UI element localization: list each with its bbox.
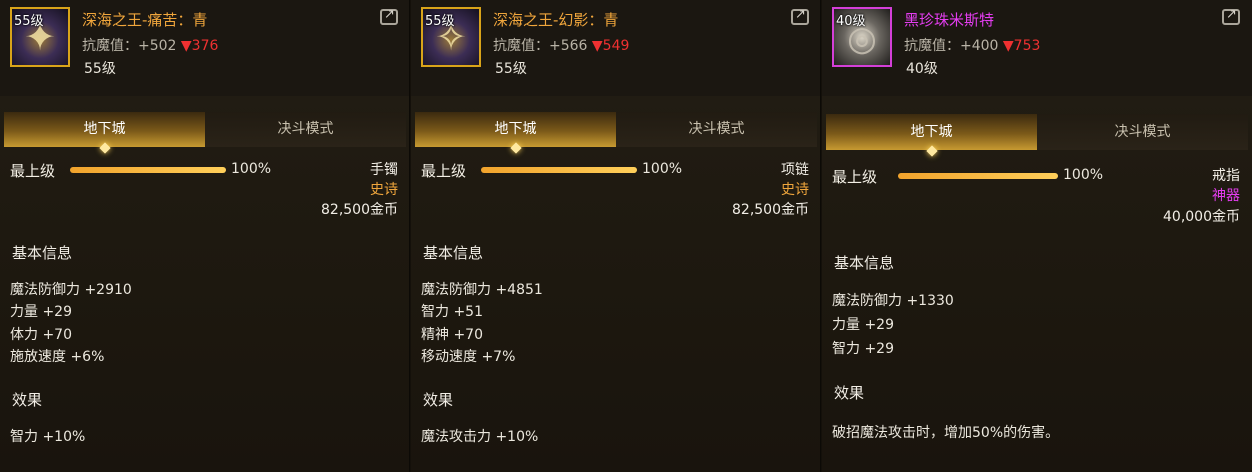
share-icon[interactable] <box>1222 7 1240 25</box>
tab-pvp[interactable]: 决斗模式 <box>616 112 817 147</box>
icon-level-badge: 40级 <box>836 14 866 29</box>
magic-resist: 抗魔值：+566 ▼549 <box>493 35 629 55</box>
mode-tabs: 地下城 决斗模式 <box>4 112 406 147</box>
item-tooltip-panel: ✧ 55级 深海之王-幻影：青 抗魔值：+566 ▼549 55级 地下城 决斗… <box>411 0 821 472</box>
grade-bar-fill <box>481 167 637 173</box>
effect-title: 效果 <box>834 384 865 402</box>
grade-bar <box>70 167 226 173</box>
share-icon[interactable] <box>380 7 398 25</box>
item-name: 深海之王-痛苦：青 <box>82 11 208 29</box>
tab-dungeon[interactable]: 地下城 <box>4 112 205 147</box>
grade-percent: 100% <box>642 161 683 177</box>
grade-label: 最上级 <box>421 162 467 180</box>
mode-tabs: 地下城 决斗模式 <box>826 114 1248 150</box>
resist-label: 抗魔值： <box>904 38 960 54</box>
basic-info-title: 基本信息 <box>423 244 484 262</box>
stat-line: 魔法防御力 +4851 <box>421 282 543 298</box>
tab-pvp[interactable]: 决斗模式 <box>1037 114 1248 150</box>
item-slot: 戒指 <box>1212 168 1240 184</box>
tab-pvp[interactable]: 决斗模式 <box>205 112 406 147</box>
item-header: ✦ 55级 深海之王-痛苦：青 抗魔值：+502 ▼376 55级 <box>0 0 410 96</box>
item-header: ◎ 40级 黑珍珠米斯特 抗魔值：+400 ▼753 40级 <box>822 0 1252 96</box>
item-slot: 手镯 <box>370 162 398 178</box>
item-tooltip-panel: ◎ 40级 黑珍珠米斯特 抗魔值：+400 ▼753 40级 地下城 决斗模式 … <box>822 0 1252 472</box>
icon-level-badge: 55级 <box>14 14 44 29</box>
item-name: 黑珍珠米斯特 <box>904 11 995 29</box>
item-level: 40级 <box>906 61 938 77</box>
item-level: 55级 <box>495 61 527 77</box>
resist-delta: ▼753 <box>1002 38 1041 54</box>
stat-line: 魔法防御力 +1330 <box>832 293 954 309</box>
item-rarity: 史诗 <box>370 182 398 198</box>
item-tooltip-panel: ✦ 55级 深海之王-痛苦：青 抗魔值：+502 ▼376 55级 地下城 决斗… <box>0 0 410 472</box>
panel-divider <box>820 0 821 472</box>
tab-dungeon[interactable]: 地下城 <box>826 114 1037 150</box>
grade-percent: 100% <box>231 161 272 177</box>
gauntlet-icon: ✦ 55级 <box>10 7 70 67</box>
effect-line: 智力 +10% <box>10 429 86 445</box>
stat-line: 精神 +70 <box>421 327 483 343</box>
grade-bar-fill <box>898 173 1058 179</box>
item-price: 82,500金币 <box>732 202 809 218</box>
stat-line: 魔法防御力 +2910 <box>10 282 132 298</box>
panel-divider <box>409 0 410 472</box>
stat-line: 力量 +29 <box>832 317 894 333</box>
grade-bar-fill <box>70 167 226 173</box>
basic-info-title: 基本信息 <box>12 244 73 262</box>
effect-line: 魔法攻击力 +10% <box>421 429 539 445</box>
ring-icon: ◎ 40级 <box>832 7 892 67</box>
stat-line: 力量 +29 <box>10 304 72 320</box>
resist-delta: ▼376 <box>180 38 219 54</box>
tab-dungeon[interactable]: 地下城 <box>415 112 616 147</box>
stat-line: 智力 +29 <box>832 341 894 357</box>
grade-bar <box>481 167 637 173</box>
grade-bar <box>898 173 1058 179</box>
grade-label: 最上级 <box>832 168 878 186</box>
grade-label: 最上级 <box>10 162 56 180</box>
item-rarity: 史诗 <box>781 182 809 198</box>
item-price: 40,000金币 <box>1163 209 1240 225</box>
item-slot: 项链 <box>781 162 809 178</box>
effect-title: 效果 <box>423 391 454 409</box>
magic-resist: 抗魔值：+400 ▼753 <box>904 35 1040 55</box>
stat-line: 智力 +51 <box>421 304 483 320</box>
resist-label: 抗魔值： <box>82 38 138 54</box>
icon-level-badge: 55级 <box>425 14 455 29</box>
necklace-icon: ✧ 55级 <box>421 7 481 67</box>
mode-tabs: 地下城 决斗模式 <box>415 112 817 147</box>
grade-percent: 100% <box>1063 167 1104 183</box>
resist-label: 抗魔值： <box>493 38 549 54</box>
item-price: 82,500金币 <box>321 202 398 218</box>
effect-line: 破招魔法攻击时，增加50%的伤害。 <box>832 425 1060 441</box>
stat-line: 施放速度 +6% <box>10 349 105 365</box>
stat-line: 移动速度 +7% <box>421 349 516 365</box>
item-header: ✧ 55级 深海之王-幻影：青 抗魔值：+566 ▼549 55级 <box>411 0 821 96</box>
share-icon[interactable] <box>791 7 809 25</box>
resist-base: +566 <box>549 38 588 54</box>
item-level: 55级 <box>84 61 116 77</box>
effect-title: 效果 <box>12 391 43 409</box>
item-rarity: 神器 <box>1212 188 1240 204</box>
item-name: 深海之王-幻影：青 <box>493 11 619 29</box>
resist-delta: ▼549 <box>591 38 630 54</box>
magic-resist: 抗魔值：+502 ▼376 <box>82 35 218 55</box>
resist-base: +502 <box>138 38 177 54</box>
basic-info-title: 基本信息 <box>834 254 895 272</box>
stat-line: 体力 +70 <box>10 327 72 343</box>
resist-base: +400 <box>960 38 999 54</box>
